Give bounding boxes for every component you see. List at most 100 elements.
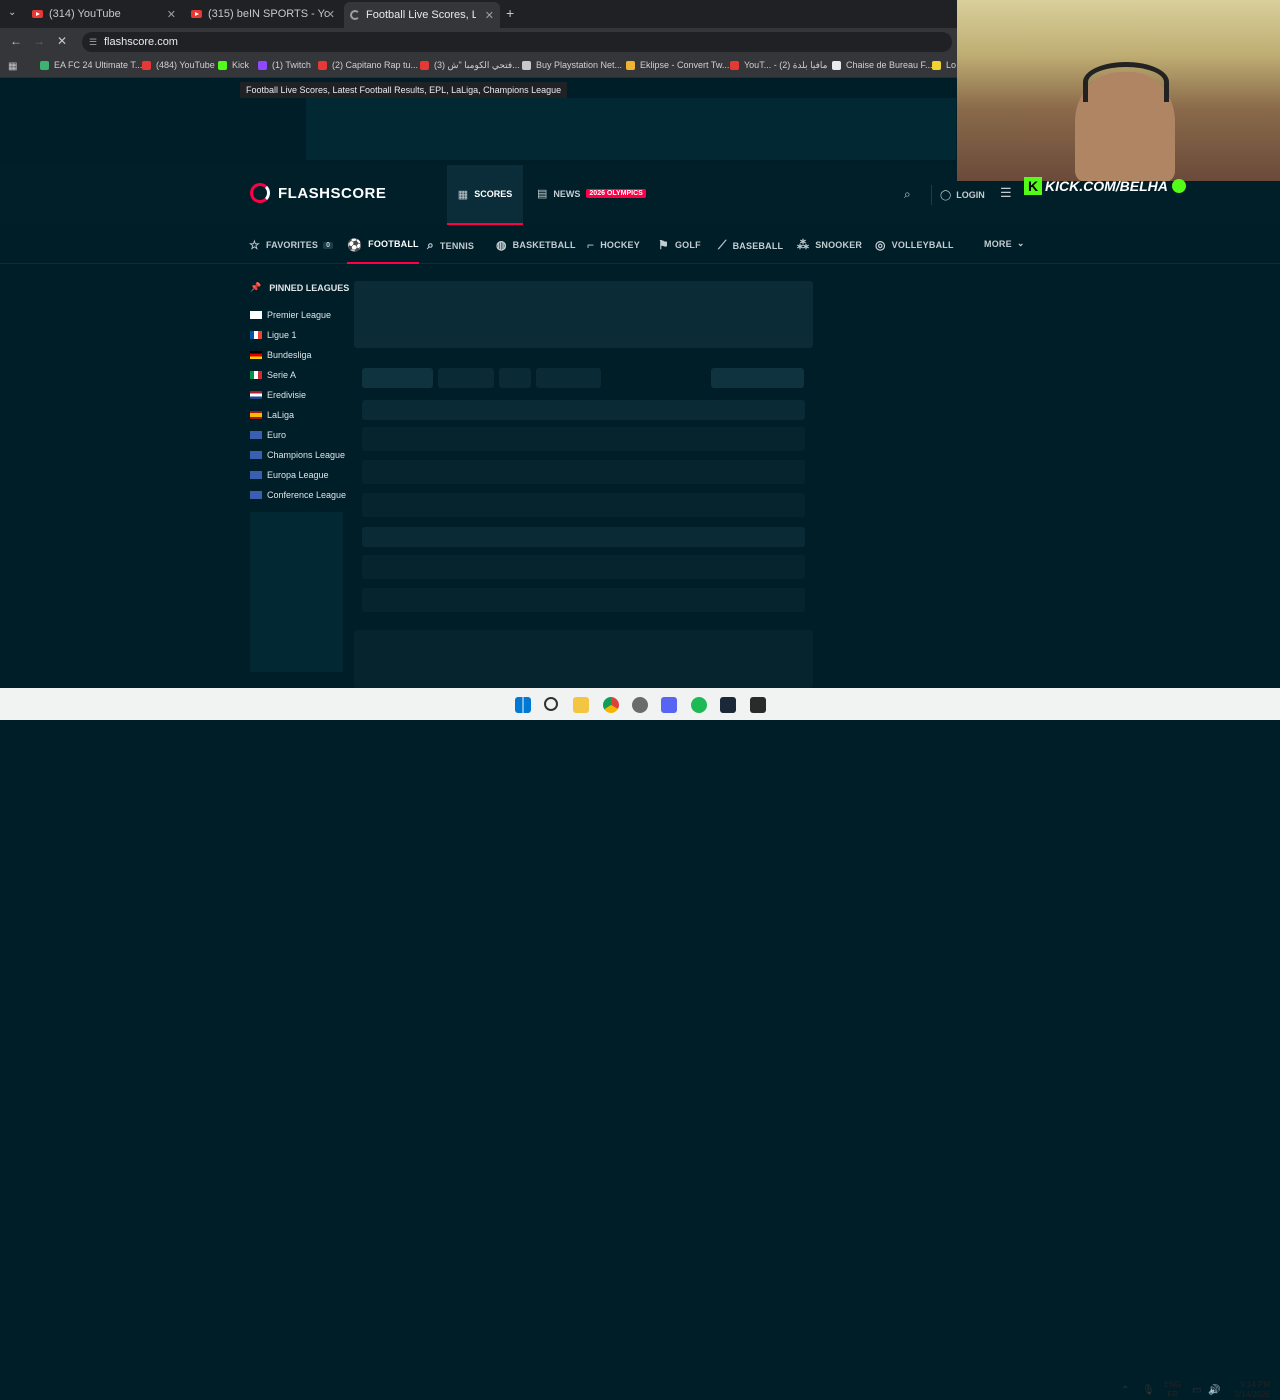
youtube-icon bbox=[32, 10, 43, 18]
nav-snooker[interactable]: ⁂ SNOOKER bbox=[797, 238, 862, 252]
search-icon[interactable]: ⌕ bbox=[904, 187, 911, 202]
skeleton-tab bbox=[711, 368, 804, 388]
login-button[interactable]: ◯ LOGIN bbox=[931, 185, 985, 205]
volleyball-icon: ◎ bbox=[875, 238, 886, 252]
new-tab-button[interactable]: + bbox=[506, 5, 514, 21]
webcam-overlay bbox=[957, 0, 1280, 181]
nav-hockey[interactable]: ⌐ HOCKEY bbox=[587, 238, 640, 252]
stop-icon[interactable]: ✕ bbox=[57, 34, 67, 48]
favorites-count: 0 bbox=[323, 241, 334, 249]
apps-icon[interactable]: ▦ bbox=[8, 61, 17, 72]
nav-basketball[interactable]: ◍ BASKETBALL bbox=[496, 238, 576, 252]
close-tab-icon[interactable]: ✕ bbox=[485, 9, 494, 22]
scores-tab[interactable]: ▦ SCORES bbox=[447, 165, 523, 225]
close-tab-icon[interactable]: ✕ bbox=[167, 8, 176, 21]
bookmark-item[interactable]: Chaise de Bureau F... bbox=[832, 60, 933, 70]
bookmark-item[interactable]: (484) YouTube bbox=[142, 60, 215, 70]
bookmark-item[interactable]: Kick bbox=[218, 60, 249, 70]
flag-europe-icon bbox=[250, 471, 262, 479]
nav-football[interactable]: ⚽ FOOTBALL bbox=[347, 238, 419, 264]
league-item[interactable]: Champions League bbox=[250, 450, 345, 460]
menu-icon[interactable]: ☰ bbox=[1000, 185, 1012, 201]
skeleton-row bbox=[362, 588, 805, 612]
league-item[interactable]: Bundesliga bbox=[250, 350, 312, 360]
skeleton-tab bbox=[438, 368, 494, 388]
skeleton-row bbox=[362, 460, 805, 484]
windows-start-icon[interactable] bbox=[515, 697, 531, 713]
flag-europe-icon bbox=[250, 451, 262, 459]
epic-games-icon[interactable] bbox=[750, 697, 766, 713]
nav-favorites[interactable]: ☆ FAVORITES 0 bbox=[249, 238, 334, 252]
bookmark-item[interactable]: Eklipse - Convert Tw... bbox=[626, 60, 729, 70]
nav-golf[interactable]: ⚑ GOLF bbox=[658, 238, 701, 252]
system-tray-chevron-icon[interactable]: ⌃ bbox=[1121, 1385, 1129, 1396]
skeleton-row bbox=[362, 427, 805, 451]
address-bar[interactable]: ☰ flashscore.com bbox=[82, 32, 952, 52]
bookmark-item[interactable]: (1) Twitch bbox=[258, 60, 311, 70]
verified-icon bbox=[1171, 179, 1186, 193]
bookmark-item[interactable]: EA FC 24 Ultimate T... bbox=[40, 60, 142, 70]
bookmark-item[interactable]: Buy Playstation Net... bbox=[522, 60, 622, 70]
chevron-down-icon: ⌄ bbox=[1016, 238, 1025, 248]
chrome-icon[interactable] bbox=[603, 697, 619, 713]
olympics-badge: 2026 OLYMPICS bbox=[586, 189, 646, 198]
golf-icon: ⚑ bbox=[658, 238, 669, 252]
youtube-icon bbox=[420, 61, 429, 70]
language-indicator[interactable]: ENG FR bbox=[1164, 1380, 1181, 1400]
bookmark-item[interactable]: Lo bbox=[932, 60, 956, 70]
search-icon[interactable] bbox=[544, 697, 558, 711]
bookmark-icon bbox=[40, 60, 49, 70]
tab-search-icon[interactable]: ⌄ bbox=[8, 7, 16, 18]
discord-icon[interactable] bbox=[661, 697, 677, 713]
forward-icon[interactable]: → bbox=[33, 34, 45, 48]
sidebar-ad-placeholder bbox=[250, 512, 343, 672]
flashscore-logo[interactable]: FLASHSCORE bbox=[250, 183, 386, 203]
flag-europe-icon bbox=[250, 491, 262, 499]
league-item[interactable]: LaLiga bbox=[250, 410, 294, 420]
tab-flashscore[interactable]: Football Live Scores, Latest Foo ✕ bbox=[344, 2, 500, 28]
clock[interactable]: 9:14 PM 2/14/2026 bbox=[1226, 1380, 1270, 1400]
tennis-icon: ⌕ bbox=[427, 238, 434, 252]
logo-icon bbox=[250, 183, 270, 203]
twitch-icon bbox=[258, 60, 267, 70]
tab-youtube-2[interactable]: (315) beIN SPORTS - YouTube ✕ bbox=[185, 3, 341, 25]
nav-tennis[interactable]: ⌕ TENNIS bbox=[427, 238, 474, 253]
snooker-icon: ⁂ bbox=[797, 238, 810, 252]
bookmark-item[interactable]: (3) فتحي الكومبا "ش... bbox=[420, 60, 520, 71]
skeleton-tab bbox=[536, 368, 601, 388]
site-info-icon[interactable]: ☰ bbox=[89, 32, 97, 52]
star-icon: ☆ bbox=[249, 238, 260, 252]
youtube-icon bbox=[730, 61, 739, 70]
skeleton-row bbox=[362, 400, 805, 420]
taskbar: ⌃ 🎙 ENG FR ▭ 🔊 9:14 PM 2/14/2026 bbox=[0, 688, 1280, 1399]
steam-icon[interactable] bbox=[720, 697, 736, 713]
league-item[interactable]: Ligue 1 bbox=[250, 330, 297, 340]
headphones-image bbox=[1083, 62, 1169, 102]
league-item[interactable]: Euro bbox=[250, 430, 286, 440]
skeleton-row bbox=[362, 555, 805, 579]
nav-more[interactable]: MORE ⌄ bbox=[984, 238, 1025, 249]
network-icon[interactable]: ▭ bbox=[1192, 1385, 1201, 1396]
file-explorer-icon[interactable] bbox=[573, 697, 589, 713]
football-icon: ⚽ bbox=[347, 238, 363, 252]
back-icon[interactable]: ← bbox=[10, 34, 22, 48]
bookmark-icon bbox=[932, 60, 941, 70]
youtube-icon bbox=[142, 60, 151, 70]
bookmark-item[interactable]: YouT... - مافيا بلدة (2) bbox=[730, 60, 827, 71]
league-item[interactable]: Europa League bbox=[250, 470, 329, 480]
nav-volleyball[interactable]: ◎ VOLLEYBALL bbox=[875, 238, 954, 252]
league-item[interactable]: Premier League bbox=[250, 310, 331, 320]
game-bar-icon[interactable] bbox=[632, 697, 648, 713]
microphone-icon[interactable]: 🎙 bbox=[1142, 1385, 1155, 1396]
news-tab[interactable]: ▤ NEWS 2026 OLYMPICS bbox=[537, 187, 646, 200]
volume-icon[interactable]: 🔊 bbox=[1208, 1385, 1220, 1396]
hockey-icon: ⌐ bbox=[587, 238, 595, 252]
nav-baseball[interactable]: ⟋ BASEBALL bbox=[718, 238, 783, 253]
tab-youtube-1[interactable]: (314) YouTube ✕ bbox=[26, 3, 182, 25]
bookmark-item[interactable]: (2) Capitano Rap tu... bbox=[318, 60, 418, 70]
league-item[interactable]: Eredivisie bbox=[250, 390, 306, 400]
league-item[interactable]: Conference League bbox=[250, 490, 346, 500]
close-tab-icon[interactable]: ✕ bbox=[326, 8, 335, 21]
league-item[interactable]: Serie A bbox=[250, 370, 296, 380]
spotify-icon[interactable] bbox=[691, 697, 707, 713]
